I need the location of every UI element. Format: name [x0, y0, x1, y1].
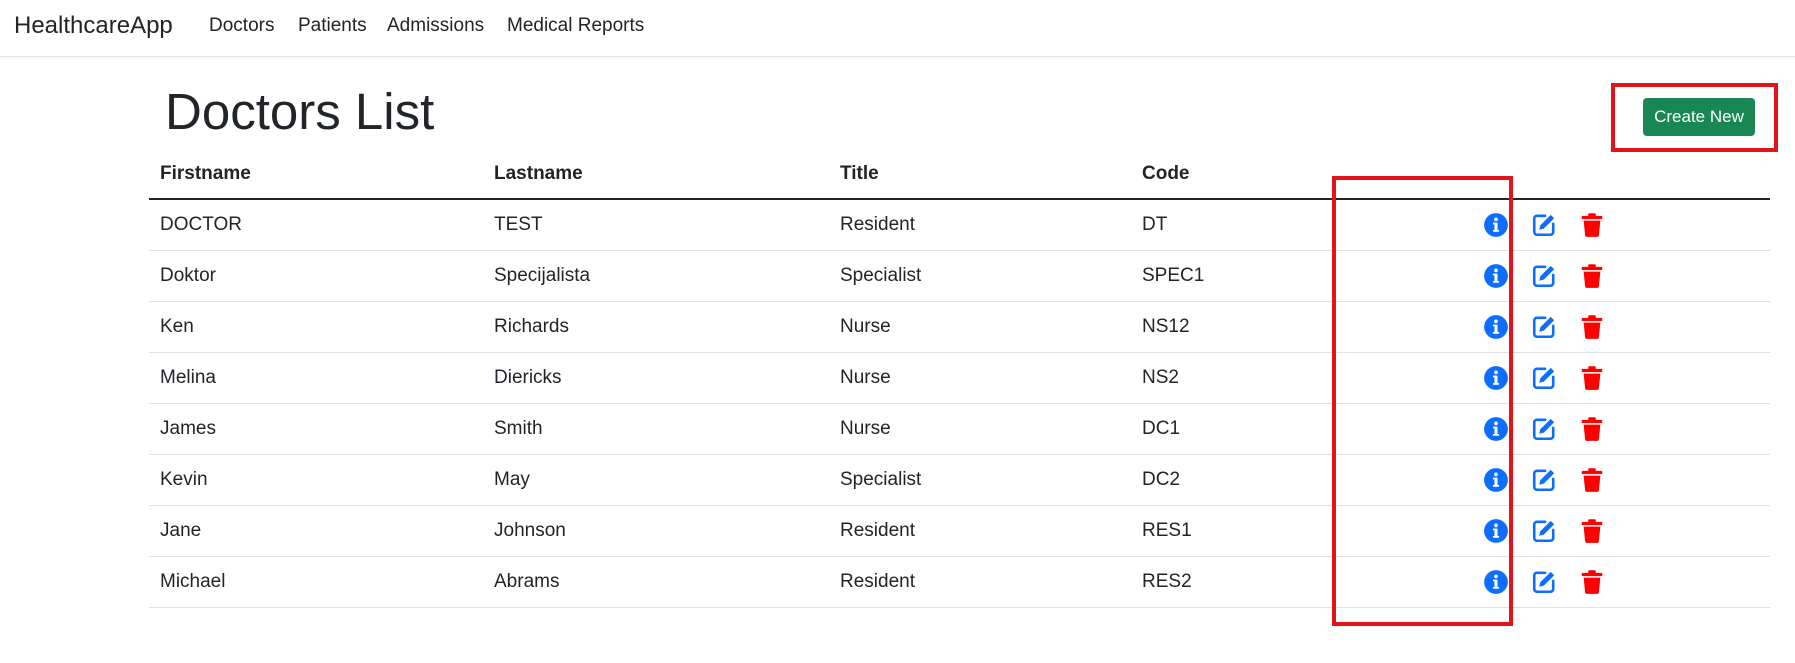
cell-firstname: Melina	[149, 352, 483, 404]
info-icon[interactable]	[1483, 365, 1509, 391]
cell-code: NS12	[1131, 301, 1345, 353]
info-icon[interactable]	[1483, 518, 1509, 544]
edit-icon[interactable]	[1531, 518, 1557, 544]
cell-title: Specialist	[829, 250, 1131, 302]
cell-code: DT	[1131, 199, 1345, 251]
trash-icon[interactable]	[1579, 263, 1605, 289]
brand-link[interactable]: HealthcareApp	[14, 12, 173, 40]
create-new-button[interactable]: Create New	[1643, 98, 1755, 136]
cell-lastname: TEST	[483, 199, 829, 251]
col-header-actions	[1345, 150, 1770, 200]
cell-actions	[1345, 505, 1770, 557]
navbar: HealthcareApp Doctors Patients Admission…	[0, 0, 1795, 57]
cell-actions	[1345, 454, 1770, 506]
edit-icon[interactable]	[1531, 263, 1557, 289]
col-header-firstname: Firstname	[149, 150, 483, 200]
cell-code: RES1	[1131, 505, 1345, 557]
cell-code: NS2	[1131, 352, 1345, 404]
col-header-code: Code	[1131, 150, 1345, 200]
cell-code: SPEC1	[1131, 250, 1345, 302]
table-row: Ken Richards Nurse NS12	[149, 301, 1770, 353]
edit-icon[interactable]	[1531, 467, 1557, 493]
table-row: James Smith Nurse DC1	[149, 403, 1770, 455]
row-actions	[1356, 518, 1770, 544]
nav-admissions[interactable]: Admissions	[387, 15, 484, 37]
cell-title: Nurse	[829, 301, 1131, 353]
edit-icon[interactable]	[1531, 314, 1557, 340]
cell-actions	[1345, 403, 1770, 455]
cell-lastname: Diericks	[483, 352, 829, 404]
cell-code: DC1	[1131, 403, 1345, 455]
trash-icon[interactable]	[1579, 416, 1605, 442]
table-row: DOCTOR TEST Resident DT	[149, 199, 1770, 251]
info-icon[interactable]	[1483, 416, 1509, 442]
cell-code: DC2	[1131, 454, 1345, 506]
cell-title: Nurse	[829, 403, 1131, 455]
cell-lastname: Specijalista	[483, 250, 829, 302]
cell-title: Resident	[829, 556, 1131, 608]
cell-actions	[1345, 250, 1770, 302]
trash-icon[interactable]	[1579, 569, 1605, 595]
table-header-row: Firstname Lastname Title Code	[149, 150, 1770, 200]
cell-lastname: Johnson	[483, 505, 829, 557]
cell-lastname: May	[483, 454, 829, 506]
table-row: Doktor Specijalista Specialist SPEC1	[149, 250, 1770, 302]
cell-lastname: Abrams	[483, 556, 829, 608]
cell-actions	[1345, 352, 1770, 404]
row-actions	[1356, 314, 1770, 340]
cell-firstname: James	[149, 403, 483, 455]
table-row: Jane Johnson Resident RES1	[149, 505, 1770, 557]
cell-firstname: Jane	[149, 505, 483, 557]
edit-icon[interactable]	[1531, 416, 1557, 442]
col-header-title: Title	[829, 150, 1131, 200]
page-title: Doctors List	[165, 83, 435, 140]
trash-icon[interactable]	[1579, 467, 1605, 493]
cell-firstname: Kevin	[149, 454, 483, 506]
trash-icon[interactable]	[1579, 212, 1605, 238]
row-actions	[1356, 416, 1770, 442]
nav-doctors[interactable]: Doctors	[209, 15, 274, 37]
edit-icon[interactable]	[1531, 569, 1557, 595]
cell-actions	[1345, 301, 1770, 353]
cell-firstname: Ken	[149, 301, 483, 353]
row-actions	[1356, 569, 1770, 595]
cell-firstname: Michael	[149, 556, 483, 608]
cell-title: Nurse	[829, 352, 1131, 404]
row-actions	[1356, 365, 1770, 391]
row-actions	[1356, 263, 1770, 289]
cell-firstname: DOCTOR	[149, 199, 483, 251]
cell-lastname: Smith	[483, 403, 829, 455]
info-icon[interactable]	[1483, 314, 1509, 340]
trash-icon[interactable]	[1579, 365, 1605, 391]
row-actions	[1356, 212, 1770, 238]
edit-icon[interactable]	[1531, 365, 1557, 391]
edit-icon[interactable]	[1531, 212, 1557, 238]
cell-firstname: Doktor	[149, 250, 483, 302]
cell-actions	[1345, 199, 1770, 251]
cell-title: Resident	[829, 505, 1131, 557]
trash-icon[interactable]	[1579, 518, 1605, 544]
info-icon[interactable]	[1483, 263, 1509, 289]
nav-medical-reports[interactable]: Medical Reports	[507, 15, 644, 37]
trash-icon[interactable]	[1579, 314, 1605, 340]
cell-title: Specialist	[829, 454, 1131, 506]
info-icon[interactable]	[1483, 212, 1509, 238]
cell-lastname: Richards	[483, 301, 829, 353]
table-row: Kevin May Specialist DC2	[149, 454, 1770, 506]
table-row: Melina Diericks Nurse NS2	[149, 352, 1770, 404]
row-actions	[1356, 467, 1770, 493]
info-icon[interactable]	[1483, 467, 1509, 493]
cell-title: Resident	[829, 199, 1131, 251]
cell-actions	[1345, 556, 1770, 608]
doctors-table: Firstname Lastname Title Code DOCTOR TEST…	[149, 150, 1770, 608]
col-header-lastname: Lastname	[483, 150, 829, 200]
nav-patients[interactable]: Patients	[298, 15, 367, 37]
table-row: Michael Abrams Resident RES2	[149, 556, 1770, 608]
info-icon[interactable]	[1483, 569, 1509, 595]
cell-code: RES2	[1131, 556, 1345, 608]
